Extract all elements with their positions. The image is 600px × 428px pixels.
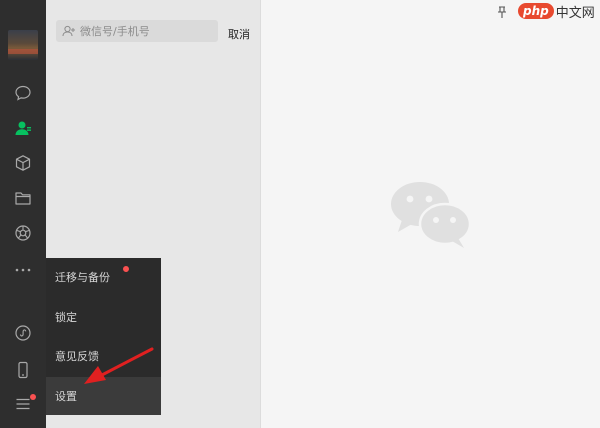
chat-icon[interactable] xyxy=(11,81,35,105)
add-contact-icon xyxy=(60,20,78,42)
phone-icon[interactable] xyxy=(11,358,35,382)
menu-item-settings[interactable]: 设置 xyxy=(46,377,161,415)
migrate-badge xyxy=(123,266,129,272)
watermark-text: 中文网 xyxy=(555,5,595,21)
menu-item-feedback[interactable]: 意见反馈 xyxy=(46,337,161,375)
more-icon[interactable] xyxy=(11,258,35,282)
watermark: php 中文网 xyxy=(518,0,600,22)
contacts-icon[interactable] xyxy=(11,116,35,140)
watermark-logo: php xyxy=(518,3,554,19)
aperture-icon[interactable] xyxy=(11,221,35,245)
search-input[interactable] xyxy=(78,21,212,41)
main-pane: php 中文网 xyxy=(261,0,600,428)
box-icon[interactable] xyxy=(11,151,35,175)
menu-item-label: 设置 xyxy=(55,390,77,403)
menu-item-lock[interactable]: 锁定 xyxy=(46,298,161,336)
search-box[interactable] xyxy=(56,20,218,42)
avatar[interactable] xyxy=(8,30,38,60)
pin-icon[interactable] xyxy=(495,4,509,18)
menu-item-label: 意见反馈 xyxy=(55,350,99,363)
wechat-logo-icon xyxy=(390,180,472,250)
menu-badge xyxy=(30,394,36,400)
sidebar xyxy=(0,0,46,428)
settings-popup-menu: 迁移与备份 锁定 意见反馈 设置 xyxy=(46,258,161,415)
menu-item-migrate-backup[interactable]: 迁移与备份 xyxy=(46,258,161,296)
cancel-button[interactable]: 取消 xyxy=(228,26,250,42)
menu-item-label: 锁定 xyxy=(55,311,77,324)
miniprogram-icon[interactable] xyxy=(11,321,35,345)
menu-item-label: 迁移与备份 xyxy=(55,271,110,284)
folder-icon[interactable] xyxy=(11,186,35,210)
